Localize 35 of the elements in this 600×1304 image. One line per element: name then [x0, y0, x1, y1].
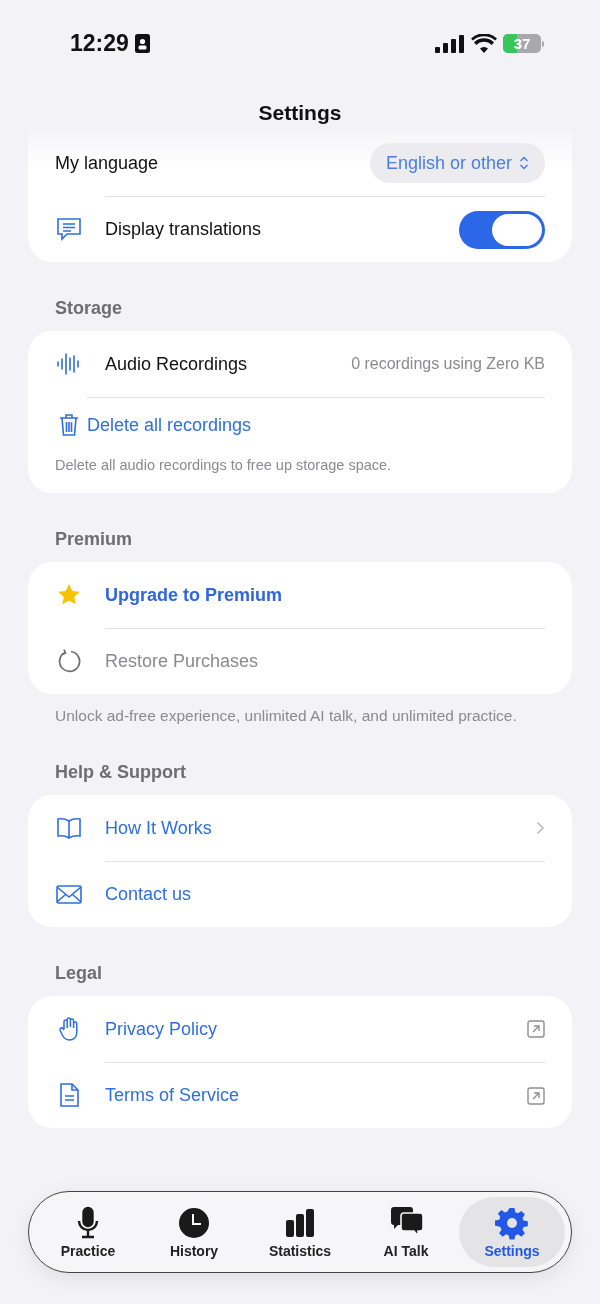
link-text[interactable]: How It Works	[105, 817, 212, 839]
section-header: Storage	[54, 297, 124, 320]
status-time: 12:29	[70, 30, 129, 57]
external-link-icon	[527, 1020, 545, 1038]
settings-icon	[495, 1205, 529, 1240]
card-note: Delete all audio recordings to free up storage space.	[55, 456, 393, 475]
id-badge-icon	[134, 34, 150, 53]
clock-icon	[177, 1205, 211, 1240]
tab[interactable]: Practice	[35, 1197, 141, 1267]
setting-label: Audio Recordings	[105, 353, 248, 375]
tab[interactable]: Statistics	[247, 1197, 353, 1267]
chevron-right-icon	[536, 821, 545, 835]
link-text[interactable]: Terms of Service	[105, 1085, 240, 1106]
setting-value: 0 recordings using Zero KB	[351, 355, 545, 373]
section-footer: Unlock ad-free experience, unlimited AI talk, and unlimited practice.	[28, 694, 572, 726]
link-text[interactable]: Upgrade to Premium	[105, 584, 283, 606]
external-link-icon	[527, 1086, 545, 1105]
section-header: Premium	[54, 528, 134, 551]
setting-label: My language	[55, 152, 159, 174]
updown-chevron-icon	[519, 156, 529, 170]
signal-icon	[435, 34, 465, 53]
tab[interactable]: History	[141, 1197, 247, 1267]
link-text[interactable]: Delete all recordings	[87, 415, 252, 436]
message-icon	[55, 215, 83, 243]
language-picker[interactable]: English or other	[369, 143, 545, 183]
toggle-switch[interactable]	[459, 210, 545, 249]
setting-label: Display translations	[105, 219, 262, 240]
screen-title: Settings	[257, 101, 343, 125]
tab[interactable]: Settings	[459, 1197, 565, 1267]
section-header: Legal	[54, 962, 103, 985]
link-text[interactable]: Contact us	[105, 884, 192, 905]
tab[interactable]: AI Talk	[353, 1197, 459, 1267]
section-header: Help & Support	[54, 761, 187, 784]
wifi-icon	[471, 34, 497, 53]
link-text[interactable]: Privacy Policy	[105, 1018, 218, 1040]
